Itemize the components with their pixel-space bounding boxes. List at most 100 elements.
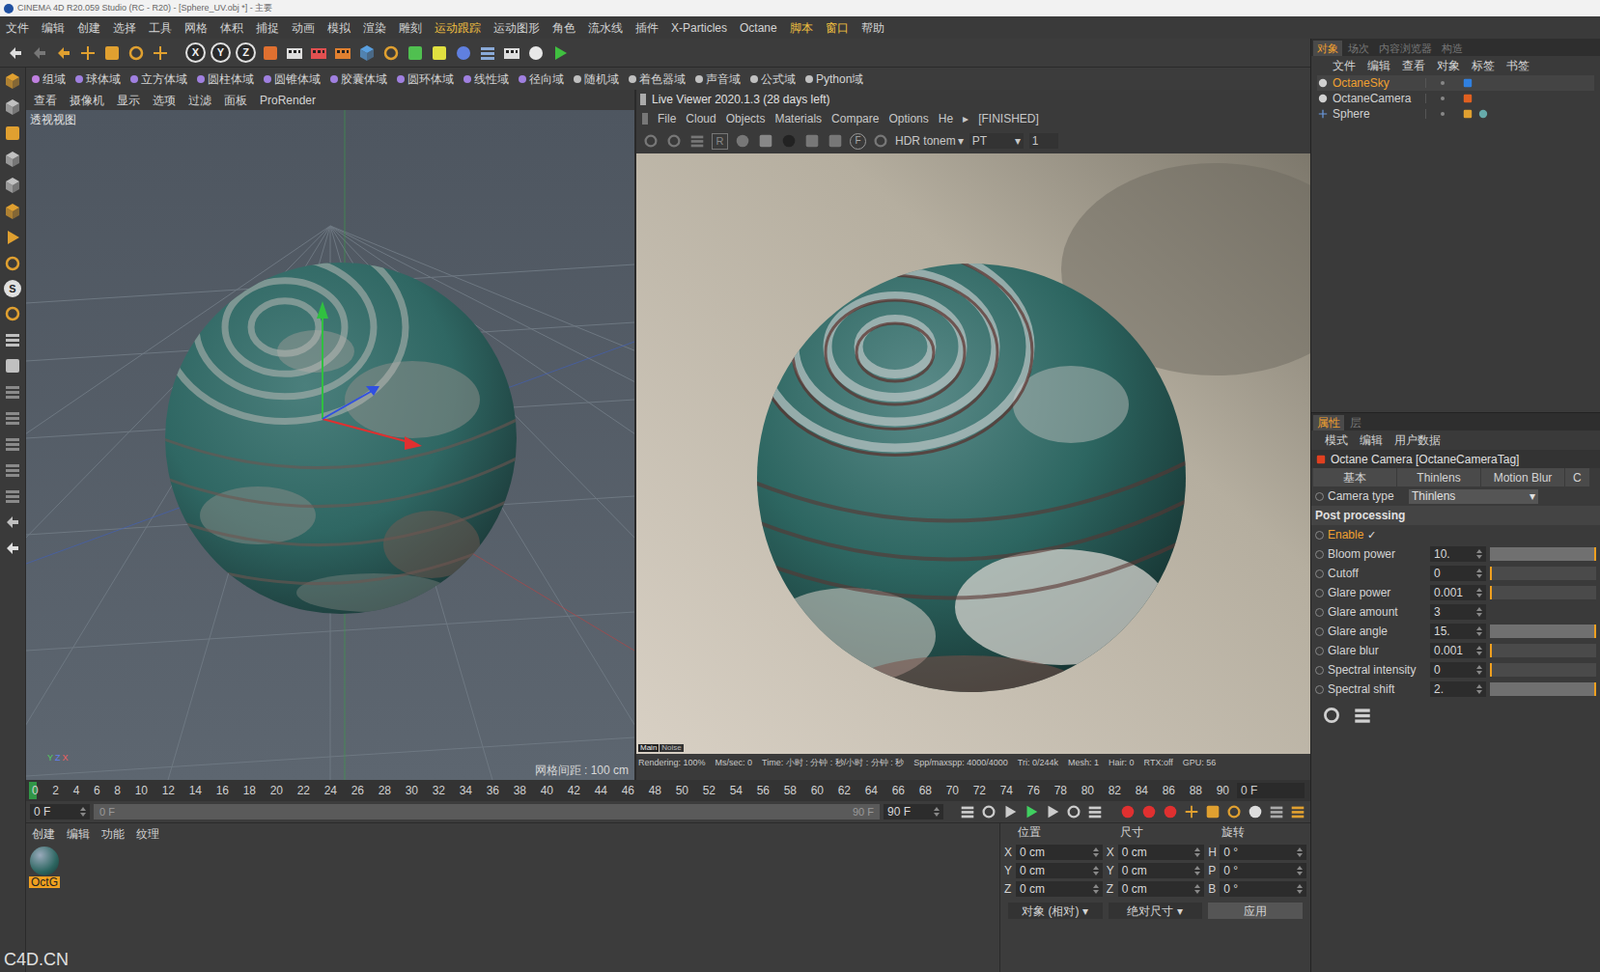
viewport-menu-item[interactable]: 显示 bbox=[116, 94, 141, 107]
menu-item[interactable]: 流水线 bbox=[588, 22, 623, 34]
tag-icon[interactable] bbox=[1461, 92, 1474, 105]
object-icon[interactable] bbox=[1317, 108, 1329, 120]
camera-tag-icon[interactable] bbox=[1315, 453, 1327, 466]
settings-icon[interactable] bbox=[642, 132, 660, 150]
field-button[interactable]: 组域 bbox=[31, 73, 66, 85]
panel-tab[interactable]: 构造 bbox=[1437, 40, 1467, 57]
live-viewer-menu-item[interactable]: [FINISHED] bbox=[978, 112, 1039, 125]
material-icon[interactable] bbox=[780, 132, 798, 150]
record-icon[interactable] bbox=[1119, 803, 1137, 821]
refresh-icon[interactable] bbox=[665, 132, 683, 150]
viewport-menu-item[interactable]: 过滤 bbox=[188, 94, 212, 107]
s-button[interactable]: S bbox=[3, 280, 22, 298]
coord-input[interactable]: 0 cm bbox=[1015, 881, 1103, 898]
panel-tab[interactable]: 场次 bbox=[1344, 40, 1374, 57]
material-menu-item[interactable]: 编辑 bbox=[66, 828, 90, 841]
object-menu-item[interactable]: 书签 bbox=[1506, 59, 1530, 72]
live-viewer-menu-item[interactable]: He bbox=[938, 112, 954, 125]
panel-tab[interactable]: 内容浏览器 bbox=[1375, 40, 1436, 57]
field-button[interactable]: 声音域 bbox=[695, 73, 741, 85]
g4-icon[interactable] bbox=[2, 486, 23, 506]
field-button[interactable]: 着色器域 bbox=[628, 73, 686, 85]
attribute-subtab[interactable]: Thinlens bbox=[1397, 468, 1481, 487]
lock-icon[interactable] bbox=[757, 132, 775, 150]
current-frame[interactable]: 0 F bbox=[1236, 783, 1305, 799]
octane-help-icon[interactable] bbox=[1320, 704, 1343, 727]
coord-input[interactable]: 0 cm bbox=[1118, 844, 1206, 861]
menu-item[interactable]: 编辑 bbox=[41, 22, 65, 34]
lock-icon[interactable] bbox=[2, 356, 23, 376]
attribute-subtab[interactable]: 基本 bbox=[1313, 468, 1397, 487]
spinner-icon[interactable] bbox=[1296, 884, 1303, 895]
param-slider[interactable] bbox=[1489, 624, 1597, 639]
floor-icon[interactable] bbox=[477, 43, 498, 63]
end-frame[interactable]: 90 F bbox=[883, 804, 944, 820]
auto-key-icon[interactable] bbox=[1140, 803, 1158, 821]
scale-key-icon[interactable] bbox=[1204, 803, 1222, 821]
coord-input[interactable]: 0 ° bbox=[1219, 844, 1307, 861]
spinner-icon[interactable] bbox=[933, 807, 940, 817]
spinner-icon[interactable] bbox=[1194, 866, 1201, 876]
live-viewer-menu-item[interactable]: File bbox=[657, 112, 676, 125]
menu-item[interactable]: 运动图形 bbox=[493, 22, 540, 34]
menu-item[interactable]: 创建 bbox=[77, 22, 101, 34]
menu-item[interactable]: 体积 bbox=[220, 22, 244, 34]
coord-input[interactable]: 0 cm bbox=[1118, 863, 1206, 879]
start-frame[interactable]: 0 F bbox=[29, 804, 90, 820]
object-menu-item[interactable]: 查看 bbox=[1402, 59, 1426, 72]
spinner-icon[interactable] bbox=[1476, 588, 1483, 598]
object-icon[interactable] bbox=[1317, 92, 1329, 105]
g1-icon[interactable] bbox=[2, 408, 23, 428]
field-button[interactable]: 圆锥体域 bbox=[263, 73, 321, 85]
attribute-menu-item[interactable]: 用户数据 bbox=[1394, 434, 1441, 447]
field-button[interactable]: Python域 bbox=[805, 73, 864, 85]
panel-tab[interactable]: 层 bbox=[1346, 415, 1366, 431]
viewport-menu-item[interactable]: ProRender bbox=[259, 94, 316, 107]
spinner-icon[interactable] bbox=[1093, 866, 1099, 876]
tonemap-dropdown[interactable]: HDR tonem▾ bbox=[895, 135, 964, 147]
redo-icon[interactable] bbox=[29, 43, 50, 63]
image-tab[interactable]: Noise bbox=[659, 744, 683, 753]
snap-icon[interactable] bbox=[2, 330, 23, 350]
menu-item[interactable]: 插件 bbox=[635, 22, 659, 34]
spinner-icon[interactable] bbox=[1476, 568, 1483, 579]
undo-icon[interactable] bbox=[5, 43, 26, 63]
tag-icon[interactable] bbox=[550, 43, 570, 63]
param-input[interactable]: 2. bbox=[1430, 681, 1487, 698]
light-icon[interactable] bbox=[526, 43, 546, 63]
subdiv-icon[interactable] bbox=[405, 43, 425, 63]
move-icon[interactable] bbox=[78, 43, 98, 63]
object-menu-item[interactable]: 对象 bbox=[1436, 59, 1460, 72]
param-input[interactable]: 10. bbox=[1430, 546, 1487, 562]
menu-item[interactable]: 窗口 bbox=[825, 22, 849, 34]
prev-key-icon[interactable] bbox=[980, 803, 998, 821]
menu-item[interactable]: 渲染 bbox=[363, 22, 387, 34]
coord-icon[interactable] bbox=[260, 43, 281, 63]
live-viewer-menu-item[interactable]: Compare bbox=[831, 112, 879, 125]
param-slider[interactable] bbox=[1489, 682, 1597, 697]
param-input[interactable]: 0.001 bbox=[1430, 643, 1487, 659]
material-menu-item[interactable]: 功能 bbox=[101, 828, 125, 841]
spinner-icon[interactable] bbox=[1476, 665, 1483, 675]
spinner-icon[interactable] bbox=[1194, 847, 1201, 858]
spinner-icon[interactable] bbox=[1476, 549, 1483, 560]
gear-icon[interactable] bbox=[733, 132, 752, 150]
menu-item[interactable]: 帮助 bbox=[861, 22, 885, 34]
param-slider[interactable] bbox=[1489, 566, 1597, 581]
object-menu-item[interactable]: 标签 bbox=[1471, 59, 1495, 72]
cloner-icon[interactable] bbox=[429, 43, 450, 63]
axis-lock-button[interactable]: Z bbox=[235, 42, 256, 63]
object-row[interactable]: OctaneCamera bbox=[1317, 90, 1595, 107]
timeline-ruler[interactable]: 0246810121416182022242628303234363840424… bbox=[31, 785, 1230, 797]
menu-item[interactable]: 运动跟踪 bbox=[434, 22, 481, 34]
object-row[interactable]: Sphere bbox=[1317, 106, 1595, 122]
g2-icon[interactable] bbox=[2, 434, 23, 454]
viewport-menu-item[interactable]: 选项 bbox=[152, 94, 176, 107]
pen-icon[interactable] bbox=[381, 43, 401, 63]
coord-input[interactable]: 0 ° bbox=[1219, 881, 1307, 898]
axis-lock-button[interactable]: X bbox=[185, 42, 206, 63]
rot-key-icon[interactable] bbox=[1225, 803, 1243, 821]
focus-icon[interactable] bbox=[826, 132, 844, 150]
region-icon[interactable] bbox=[803, 132, 821, 150]
coord-input[interactable]: 0 cm bbox=[1118, 881, 1206, 898]
